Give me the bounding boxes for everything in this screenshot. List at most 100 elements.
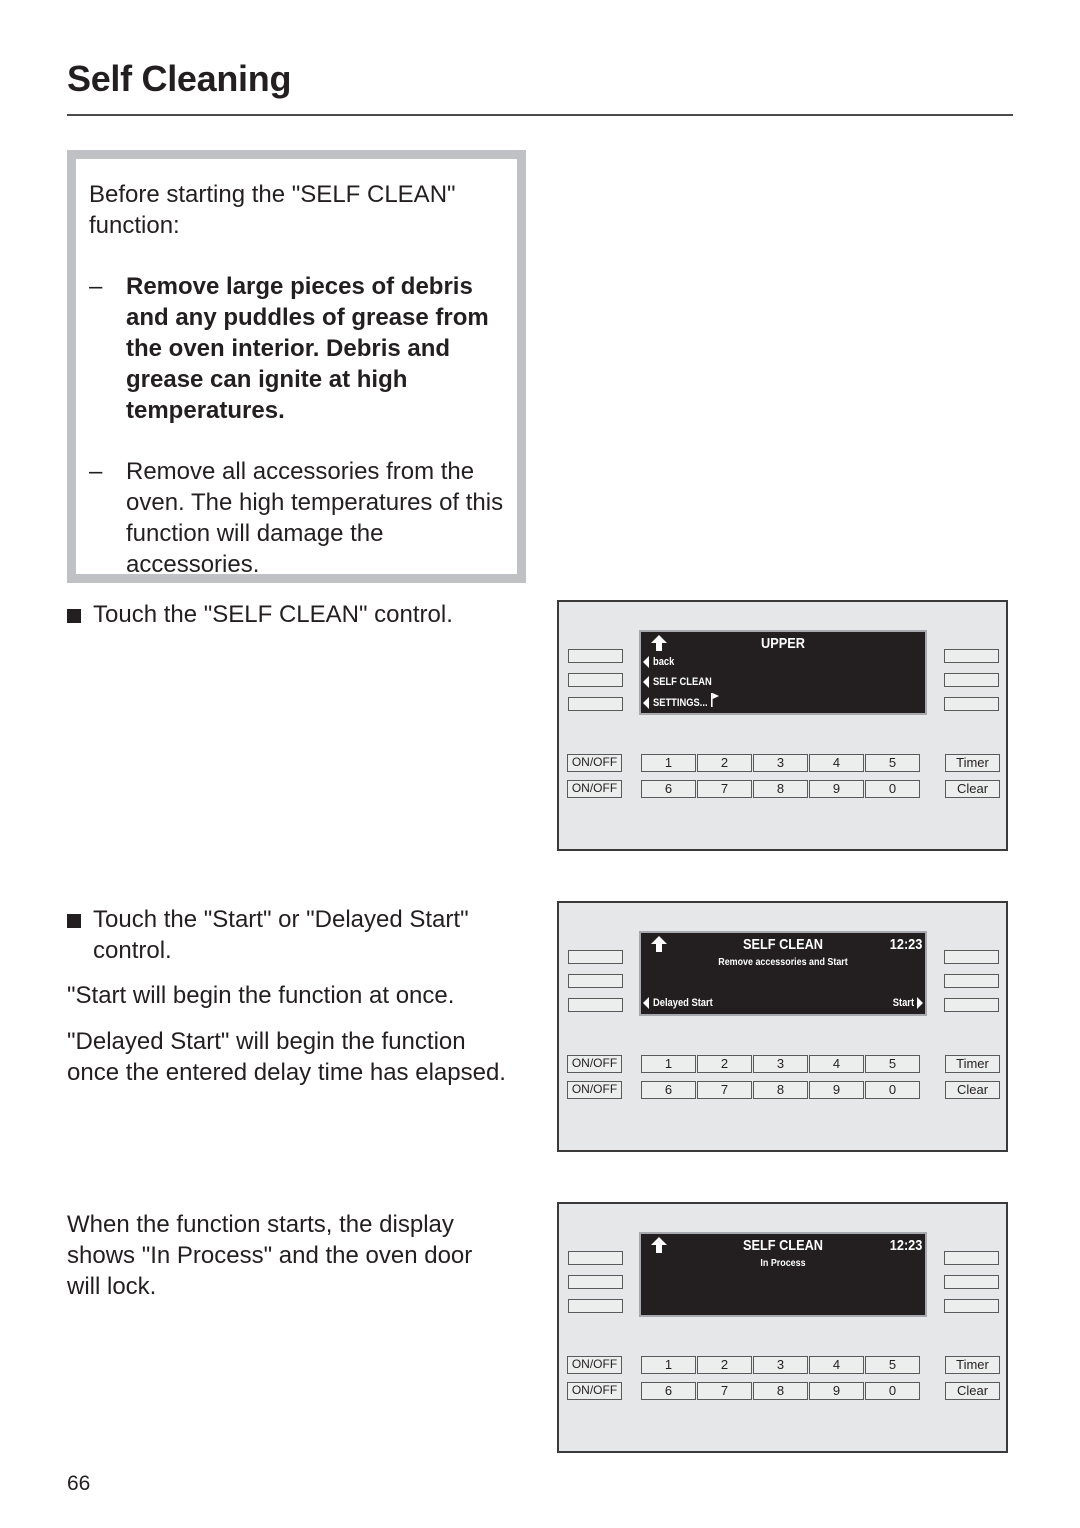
timer-button[interactable]: Timer	[945, 1055, 1000, 1073]
key-1[interactable]: 1	[641, 1055, 696, 1073]
paragraph: "Start will begin the function at once.	[67, 982, 455, 1009]
display-clock: 12:23	[889, 936, 922, 953]
paragraph: "Delayed Start" will begin the function …	[67, 1028, 506, 1086]
key-4[interactable]: 4	[809, 1356, 864, 1374]
paragraph: When the function starts, the display sh…	[67, 1211, 473, 1300]
clear-button[interactable]: Clear	[945, 780, 1000, 798]
left-triangle-icon	[643, 656, 649, 668]
left-soft-button-2[interactable]	[568, 974, 623, 988]
key-6[interactable]: 6	[641, 1081, 696, 1099]
key-2[interactable]: 2	[697, 1055, 752, 1073]
right-soft-button-1[interactable]	[944, 950, 999, 964]
key-5[interactable]: 5	[865, 1055, 920, 1073]
key-8[interactable]: 8	[753, 1081, 808, 1099]
right-soft-button-3[interactable]	[944, 1299, 999, 1313]
key-7[interactable]: 7	[697, 1382, 752, 1400]
key-9[interactable]: 9	[809, 1081, 864, 1099]
right-soft-button-2[interactable]	[944, 1275, 999, 1289]
dash-bullet: –	[89, 458, 103, 485]
right-soft-button-1[interactable]	[944, 649, 999, 663]
start-option[interactable]: Start	[889, 997, 923, 1009]
right-soft-button-1[interactable]	[944, 1251, 999, 1265]
key-5[interactable]: 5	[865, 1356, 920, 1374]
menu-item-settings[interactable]: SETTINGS...	[643, 693, 721, 710]
on-off-button-2[interactable]: ON/OFF	[567, 1081, 622, 1099]
left-soft-button-1[interactable]	[568, 649, 623, 663]
key-7[interactable]: 7	[697, 1081, 752, 1099]
key-9[interactable]: 9	[809, 780, 864, 798]
display-subtitle: Remove accessories and Start	[718, 956, 848, 968]
right-soft-button-3[interactable]	[944, 697, 999, 711]
key-6[interactable]: 6	[641, 780, 696, 798]
warning-item-text: Remove all accessories from the oven. Th…	[126, 458, 504, 578]
key-3[interactable]: 3	[753, 754, 808, 772]
on-off-button-1[interactable]: ON/OFF	[567, 1356, 622, 1374]
key-0[interactable]: 0	[865, 1081, 920, 1099]
page-title: Self Cleaning	[67, 58, 292, 99]
left-soft-button-3[interactable]	[568, 1299, 623, 1313]
step-text: Touch the "Start" or "Delayed Start" con…	[93, 906, 469, 964]
warning-item-text: Remove large pieces of debris and any pu…	[126, 273, 489, 424]
key-0[interactable]: 0	[865, 780, 920, 798]
display-title: UPPER	[761, 635, 805, 652]
warning-intro: Before starting the "SELF CLEAN" functio…	[89, 181, 456, 239]
left-triangle-icon	[643, 997, 649, 1009]
display-title: SELF CLEAN	[742, 1237, 824, 1254]
on-off-button-2[interactable]: ON/OFF	[567, 1382, 622, 1400]
dash-bullet: –	[89, 273, 103, 300]
control-panel-upper-menu: UPPER back SELF CLEAN SETTINGS... ON/OFF…	[557, 600, 1008, 851]
left-triangle-icon	[643, 697, 649, 709]
delayed-start-option[interactable]: Delayed Start	[643, 997, 723, 1009]
warning-box: Before starting the "SELF CLEAN" functio…	[67, 150, 526, 583]
square-bullet-icon	[67, 609, 81, 623]
display-screen: SELF CLEAN 12:23 Remove accessories and …	[639, 931, 927, 1016]
key-1[interactable]: 1	[641, 754, 696, 772]
clear-button[interactable]: Clear	[945, 1081, 1000, 1099]
menu-item-self-clean[interactable]: SELF CLEAN	[643, 676, 722, 688]
key-1[interactable]: 1	[641, 1356, 696, 1374]
timer-button[interactable]: Timer	[945, 754, 1000, 772]
control-panel-in-process: SELF CLEAN 12:23 In Process ON/OFF ON/OF…	[557, 1202, 1008, 1453]
key-4[interactable]: 4	[809, 1055, 864, 1073]
left-soft-button-1[interactable]	[568, 950, 623, 964]
key-3[interactable]: 3	[753, 1356, 808, 1374]
key-9[interactable]: 9	[809, 1382, 864, 1400]
key-0[interactable]: 0	[865, 1382, 920, 1400]
key-5[interactable]: 5	[865, 754, 920, 772]
left-soft-button-3[interactable]	[568, 998, 623, 1012]
key-8[interactable]: 8	[753, 780, 808, 798]
on-off-button-1[interactable]: ON/OFF	[567, 754, 622, 772]
display-screen: UPPER back SELF CLEAN SETTINGS...	[639, 630, 927, 715]
page-number: 66	[67, 1472, 91, 1495]
display-status: In Process	[760, 1257, 806, 1269]
on-off-button-2[interactable]: ON/OFF	[567, 780, 622, 798]
title-divider	[67, 114, 1013, 116]
key-3[interactable]: 3	[753, 1055, 808, 1073]
key-2[interactable]: 2	[697, 754, 752, 772]
key-6[interactable]: 6	[641, 1382, 696, 1400]
display-title: SELF CLEAN	[742, 936, 824, 953]
menu-item-back[interactable]: back	[643, 656, 678, 668]
clear-button[interactable]: Clear	[945, 1382, 1000, 1400]
right-triangle-icon	[917, 997, 923, 1009]
key-4[interactable]: 4	[809, 754, 864, 772]
left-soft-button-1[interactable]	[568, 1251, 623, 1265]
key-7[interactable]: 7	[697, 780, 752, 798]
step-text: Touch the "SELF CLEAN" control.	[93, 601, 453, 628]
left-soft-button-2[interactable]	[568, 1275, 623, 1289]
right-soft-button-2[interactable]	[944, 673, 999, 687]
key-8[interactable]: 8	[753, 1382, 808, 1400]
on-off-button-1[interactable]: ON/OFF	[567, 1055, 622, 1073]
left-soft-button-3[interactable]	[568, 697, 623, 711]
display-clock: 12:23	[889, 1237, 922, 1254]
display-screen: SELF CLEAN 12:23 In Process	[639, 1232, 927, 1317]
right-soft-button-2[interactable]	[944, 974, 999, 988]
timer-button[interactable]: Timer	[945, 1356, 1000, 1374]
left-triangle-icon	[643, 676, 649, 688]
square-bullet-icon	[67, 914, 81, 928]
right-soft-button-3[interactable]	[944, 998, 999, 1012]
flag-icon	[711, 693, 720, 707]
control-panel-start-prompt: SELF CLEAN 12:23 Remove accessories and …	[557, 901, 1008, 1152]
key-2[interactable]: 2	[697, 1356, 752, 1374]
left-soft-button-2[interactable]	[568, 673, 623, 687]
